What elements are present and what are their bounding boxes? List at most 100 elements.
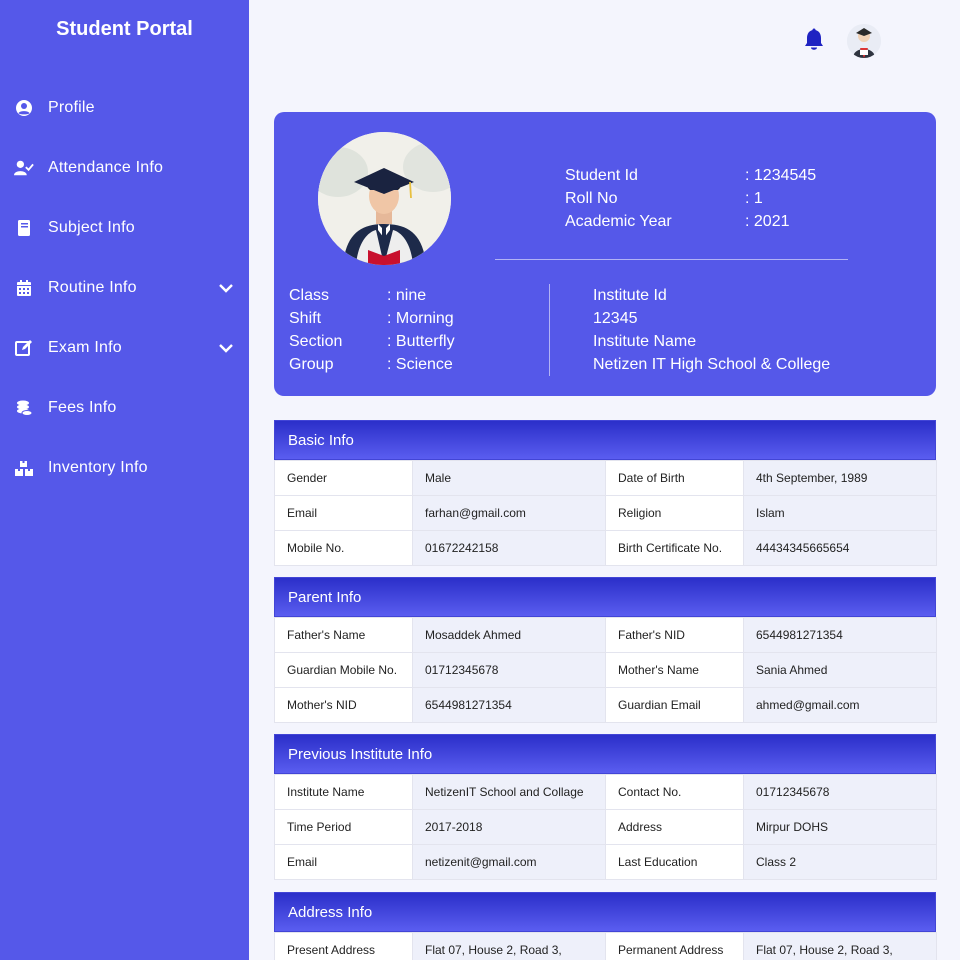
sidebar-item-label: Fees Info: [48, 399, 117, 416]
field-value: Mosaddek Ahmed: [412, 617, 606, 653]
profile-card: Student Id: 1234545 Roll No : 1 Academic …: [274, 112, 936, 396]
bell-icon[interactable]: [803, 28, 825, 52]
field-value: netizenit@gmail.com: [412, 844, 606, 880]
coins-icon: [14, 398, 34, 418]
sidebar-item-routine[interactable]: Routine Info: [0, 268, 249, 308]
sidebar-item-exam[interactable]: Exam Info: [0, 328, 249, 368]
info-value: : nine: [387, 287, 427, 304]
boxes-icon: [14, 458, 34, 478]
field-value: 01712345678: [743, 774, 937, 810]
class-details: Class: nine Shift : Morning Section: Butt…: [289, 284, 455, 376]
sidebar-item-inventory[interactable]: Inventory Info: [0, 448, 249, 488]
brand-title: Student Portal: [56, 18, 193, 40]
info-row: Academic Year: 2021: [565, 210, 816, 233]
field-label: Address: [605, 809, 744, 845]
field-value: Male: [412, 460, 606, 496]
student-ids: Student Id: 1234545 Roll No : 1 Academic …: [565, 164, 816, 233]
info-label: Section: [289, 333, 343, 350]
info-table: Gender Male Date of Birth 4th September, 19…: [274, 460, 937, 566]
chevron-down-icon[interactable]: [216, 338, 236, 358]
info-row: Group : Science: [289, 353, 455, 376]
field-value: 6544981271354: [412, 687, 606, 723]
table-row: Mobile No. 01672242158 Birth Certificate N…: [274, 530, 937, 566]
field-value: Flat 07, House 2, Road 3,: [743, 932, 937, 960]
section-title: Previous Institute Info: [274, 734, 936, 774]
field-value: Mirpur DOHS: [743, 809, 937, 845]
field-label: Date of Birth: [605, 460, 744, 496]
info-table: Father's Name Mosaddek Ahmed Father's NID 6…: [274, 617, 937, 723]
field-value: NetizenIT School and Collage: [412, 774, 606, 810]
table-row: Email netizenit@gmail.com Last Education Cl…: [274, 844, 937, 880]
info-row: Shift : Morning: [289, 307, 455, 330]
sidebar-item-fees[interactable]: Fees Info: [0, 388, 249, 428]
sidebar-item-label: Subject Info: [48, 219, 135, 236]
info-table: Institute Name NetizenIT School and Colla…: [274, 774, 937, 880]
table-row: Father's Name Mosaddek Ahmed Father's NID 6…: [274, 617, 937, 653]
field-label: Guardian Mobile No.: [274, 652, 413, 688]
table-row: Email farhan@gmail.com Religion Islam: [274, 495, 937, 531]
field-value: 4th September, 1989: [743, 460, 937, 496]
institute-name-label: Institute Name: [593, 333, 697, 350]
info-label: Roll No: [565, 190, 618, 207]
divider: [495, 259, 848, 260]
table-row: Institute Name NetizenIT School and Colla…: [274, 774, 937, 810]
field-label: Gender: [274, 460, 413, 496]
institute-id-label: Institute Id: [593, 287, 667, 304]
info-row: Class: nine: [289, 284, 455, 307]
field-value: farhan@gmail.com: [412, 495, 606, 531]
info-table: Present Address Flat 07, House 2, Road 3,…: [274, 932, 937, 960]
field-value: 01672242158: [412, 530, 606, 566]
field-label: Contact No.: [605, 774, 744, 810]
sidebar-item-subject[interactable]: Subject Info: [0, 208, 249, 248]
field-label: Religion: [605, 495, 744, 531]
section-title: Parent Info: [274, 577, 936, 617]
table-row: Gender Male Date of Birth 4th September, 19…: [274, 460, 937, 496]
info-row: Section: Butterfly: [289, 330, 455, 353]
user-circle-icon: [14, 98, 34, 118]
sidebar-item-profile[interactable]: Profile: [0, 88, 249, 128]
info-value: : Science: [387, 356, 453, 373]
field-label: Father's Name: [274, 617, 413, 653]
section-title: Basic Info: [274, 420, 936, 460]
chevron-down-icon[interactable]: [216, 278, 236, 298]
sidebar-item-label: Inventory Info: [48, 459, 148, 476]
section-title: Address Info: [274, 892, 936, 932]
field-value: Class 2: [743, 844, 937, 880]
info-label: Group: [289, 356, 334, 373]
info-label: Shift: [289, 310, 322, 327]
edit-icon: [14, 338, 34, 358]
info-label: Academic Year: [565, 213, 672, 230]
field-label: Mother's NID: [274, 687, 413, 723]
avatar[interactable]: [847, 24, 881, 58]
field-value: ahmed@gmail.com: [743, 687, 937, 723]
sidebar-item-label: Profile: [48, 99, 95, 116]
sidebar-item-label: Attendance Info: [48, 159, 164, 176]
table-row: Time Period 2017-2018 Address Mirpur DOHS: [274, 809, 937, 845]
previous-institute-section: Previous Institute Info Institute Name Ne…: [274, 734, 937, 880]
field-label: Email: [274, 495, 413, 531]
student-photo: [318, 132, 451, 265]
field-label: Permanent Address: [605, 932, 744, 960]
sidebar: Student Portal Profile Attendance Info S…: [0, 0, 249, 960]
info-value: : 1: [745, 190, 763, 207]
institute-name-value: Netizen IT High School & College: [593, 356, 831, 373]
field-label: Present Address: [274, 932, 413, 960]
info-value: : 1234545: [745, 167, 817, 184]
field-value: Islam: [743, 495, 937, 531]
field-label: Time Period: [274, 809, 413, 845]
sidebar-item-label: Exam Info: [48, 339, 122, 356]
field-value: 44434345665654: [743, 530, 937, 566]
parent-info-section: Parent Info Father's Name Mosaddek Ahmed F…: [274, 577, 937, 723]
field-label: Last Education: [605, 844, 744, 880]
field-label: Mother's Name: [605, 652, 744, 688]
field-label: Guardian Email: [605, 687, 744, 723]
sidebar-item-attendance[interactable]: Attendance Info: [0, 148, 249, 188]
field-label: Email: [274, 844, 413, 880]
calendar-icon: [14, 278, 34, 298]
info-value: : Morning: [387, 310, 454, 327]
basic-info-section: Basic Info Gender Male Date of Birth 4th Se…: [274, 420, 937, 566]
info-row: Student Id: 1234545: [565, 164, 816, 187]
table-row: Mother's NID 6544981271354 Guardian Email a…: [274, 687, 937, 723]
field-label: Institute Name: [274, 774, 413, 810]
institute-details: Institute Id 12345 Institute Name Netize…: [593, 284, 830, 376]
